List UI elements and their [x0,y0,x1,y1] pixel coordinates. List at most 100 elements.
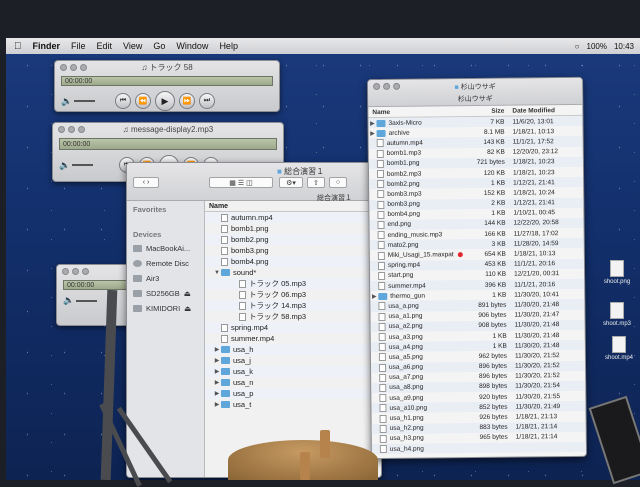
file-name: トラック 06.mp3 [249,289,306,300]
file-size: 721 bytes [469,159,509,166]
folder-row[interactable]: ▶usa_h [205,344,381,355]
file-row[interactable]: summer.mp4 [205,333,381,344]
menu-window[interactable]: Window [176,41,208,51]
folder-row[interactable]: ▶usa_p [205,388,381,399]
file-size: 965 bytes [472,434,512,441]
back-forward-buttons[interactable]: ‹ › [133,177,159,188]
date-modified: 1/18/21, 21:14 [512,433,586,441]
window-controls[interactable] [60,64,87,71]
disclosure-closed-icon[interactable]: ▶ [213,357,221,364]
file-icon [378,282,385,290]
column-header-size[interactable]: Size [468,107,508,114]
folder-row[interactable]: ▶usa_k [205,366,381,377]
folder-row[interactable]: ▶usa_t [205,399,381,410]
desktop-file-2[interactable]: shoot.mp3 [602,302,632,327]
folder-row[interactable]: ▶usa_n [205,377,381,388]
column-header-name[interactable]: Name [205,201,381,212]
file-row[interactable]: トラック 06.mp3 [205,289,381,300]
disclosure-open-icon[interactable]: ▼ [213,270,221,276]
minimize-button[interactable] [72,268,79,275]
sidebar-item-air3[interactable]: Air3 [127,271,204,286]
share-button[interactable]: ⇧ [307,177,325,188]
view-mode-buttons[interactable]: ▦ ☰ ◫ [209,177,273,188]
file-name: トラック 05.mp3 [249,278,306,289]
window-controls[interactable] [62,268,89,275]
sidebar-item-macbook[interactable]: MacBookAi... [127,241,204,256]
file-icon [378,272,385,280]
disclosure-closed-icon[interactable]: ▶ [213,379,221,386]
window-controls[interactable] [58,126,85,133]
fast-forward-button[interactable]: ⏩ [179,93,195,109]
zoom-button[interactable] [80,64,87,71]
rewind-button[interactable]: ⏪ [135,93,151,109]
disclosure-closed-icon[interactable]: ▶ [369,130,377,137]
file-name: usa_a6.png [389,364,423,371]
previous-button[interactable]: ⏮ [115,93,131,109]
volume-slider[interactable]: 🔈 [59,160,93,171]
folder-row[interactable]: ▼sound* [205,267,381,278]
menu-app-name[interactable]: Finder [33,41,61,51]
path-label: 杉山ウサギ [368,93,582,105]
folder-row[interactable]: ▶usa_j [205,355,381,366]
eject-icon[interactable]: ⏏ [184,289,191,298]
sidebar-item-sd256gb[interactable]: SD256GB⏏ [127,286,204,301]
desktop-file-1[interactable]: shoot.png [602,260,632,285]
minimize-button[interactable] [68,126,75,133]
volume-slider[interactable]: 🔈 [61,96,95,107]
file-row[interactable]: bomb3.png [205,245,381,256]
file-icon [378,221,385,229]
minimize-button[interactable] [70,64,77,71]
file-name: トラック 14.mp3 [249,300,306,311]
close-button[interactable] [62,268,69,275]
file-row[interactable]: トラック 05.mp3 [205,278,381,289]
sidebar-item-remote-disc[interactable]: Remote Disc [127,256,204,271]
tag-button[interactable]: ○ [329,177,347,188]
column-header-date[interactable]: Date Modified [508,107,555,114]
file-name: archive [389,129,410,136]
menu-help[interactable]: Help [219,41,238,51]
file-row[interactable]: autumn.mp4 [205,212,381,223]
apple-menu-icon[interactable]:  [14,41,22,52]
file-row[interactable]: bomb4.png [205,256,381,267]
menu-edit[interactable]: Edit [97,41,113,51]
file-row[interactable]: トラック 58.mp3 [205,311,381,322]
play-button[interactable]: ▶ [155,91,175,111]
next-button[interactable]: ⏭ [199,93,215,109]
file-icon [378,262,385,270]
file-icon [377,211,384,219]
file-name: bomb1.png [231,224,269,233]
zoom-button[interactable] [82,268,89,275]
close-button[interactable] [58,126,65,133]
file-row[interactable]: spring.mp4 [205,322,381,333]
timeline-scrubber[interactable]: 00:00:00 [63,280,129,290]
menu-file[interactable]: File [71,41,86,51]
file-row[interactable]: トラック 14.mp3 [205,300,381,311]
disclosure-closed-icon[interactable]: ▶ [213,401,221,408]
sidebar-item-kimidori[interactable]: KIMIDORI⏏ [127,301,204,316]
disclosure-closed-icon[interactable]: ▶ [213,368,221,375]
eject-icon[interactable]: ⏏ [184,304,191,313]
file-row[interactable]: bomb2.png [205,234,381,245]
timeline-scrubber[interactable]: 00:00:00 [59,138,277,150]
zoom-button[interactable] [78,126,85,133]
menu-view[interactable]: View [123,41,142,51]
wifi-icon[interactable]: ○ [575,42,580,51]
file-name: usa_h2.png [390,425,424,432]
disclosure-closed-icon[interactable]: ▶ [368,120,376,127]
timeline-scrubber[interactable]: 00:00:00 [61,76,273,86]
disclosure-closed-icon[interactable]: ▶ [213,346,221,353]
close-button[interactable] [60,64,67,71]
disclosure-closed-icon[interactable]: ▶ [370,293,378,300]
file-row[interactable]: bomb1.png [205,223,381,234]
menu-go[interactable]: Go [153,41,165,51]
action-gear-button[interactable]: ⚙▾ [279,177,303,188]
file-icon [378,302,385,310]
file-name: usa_h4.png [390,445,424,452]
clock-label[interactable]: 10:43 [614,42,634,51]
desktop-file-3[interactable]: shoot.mp4 [604,336,634,361]
battery-label[interactable]: 100% [587,42,607,51]
volume-slider[interactable]: 🔈 [63,295,97,306]
disclosure-closed-icon[interactable]: ▶ [213,390,221,397]
file-row[interactable]: usa_h4.png [372,442,586,454]
column-header-name[interactable]: Name [372,108,468,116]
